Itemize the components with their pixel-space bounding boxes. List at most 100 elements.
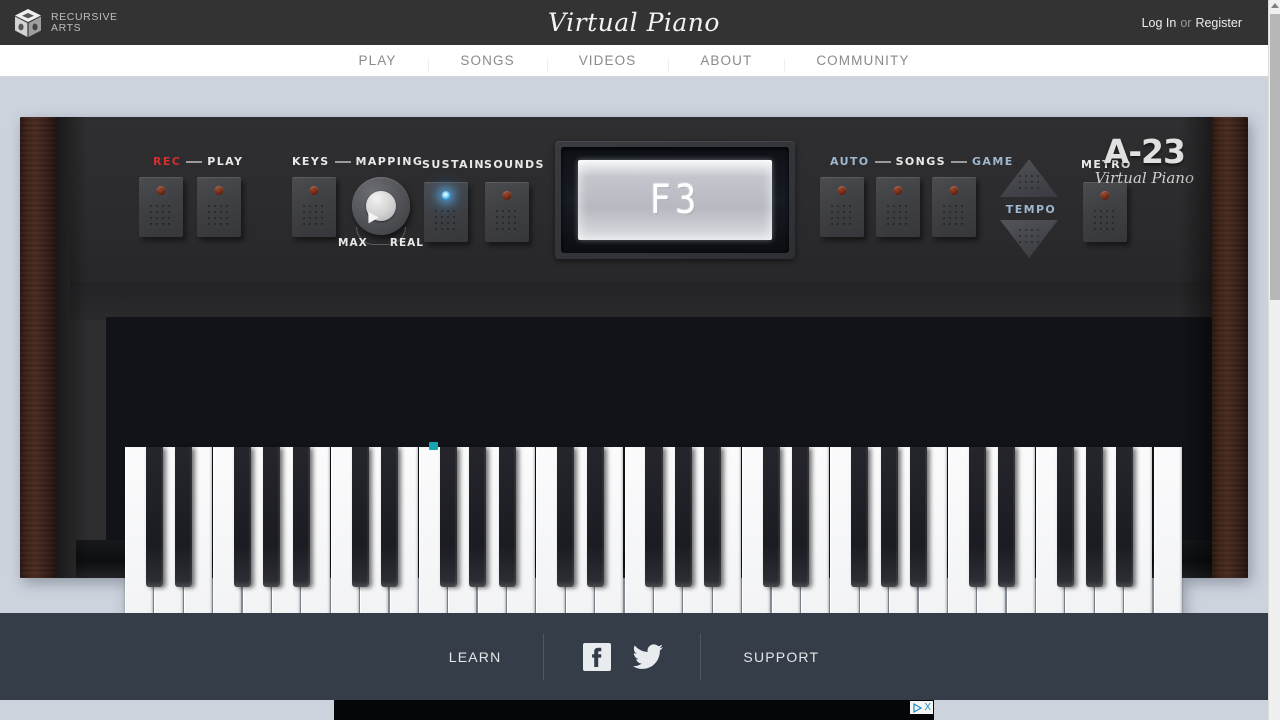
nav-item-songs[interactable]: SONGS xyxy=(428,53,546,73)
brand-text: RECURSIVE ARTS xyxy=(51,11,118,34)
sounds-label: SOUNDS xyxy=(484,158,545,171)
metro-button[interactable] xyxy=(1083,182,1127,242)
songs-led-icon xyxy=(893,186,903,195)
sustain-led-icon xyxy=(441,191,451,200)
label-dash xyxy=(186,160,203,163)
button-grip-texture xyxy=(206,203,232,227)
model-subtitle: Virtual Piano xyxy=(1094,169,1194,187)
auto-songs-game-group: AUTO SONGS GAME xyxy=(820,155,1014,237)
sustain-button[interactable] xyxy=(424,182,468,242)
black-key[interactable] xyxy=(1115,447,1133,587)
lcd-display-housing: F3 xyxy=(555,141,795,259)
black-key[interactable] xyxy=(1056,447,1074,587)
sustain-label: SUSTAIN xyxy=(422,158,486,171)
brand-line-2: ARTS xyxy=(51,21,82,34)
play-button[interactable] xyxy=(197,177,241,237)
button-grip-texture xyxy=(433,208,459,232)
black-key[interactable] xyxy=(851,447,869,587)
tempo-up-button[interactable] xyxy=(1000,159,1058,197)
button-grip-texture xyxy=(829,203,855,227)
black-key[interactable] xyxy=(704,447,722,587)
label-dash xyxy=(874,160,891,163)
black-key[interactable] xyxy=(145,447,163,587)
tempo-group: TEMPO xyxy=(1000,159,1062,258)
black-key[interactable] xyxy=(498,447,516,587)
black-key[interactable] xyxy=(998,447,1016,587)
button-grip-texture xyxy=(1092,208,1118,232)
black-key[interactable] xyxy=(380,447,398,587)
social-links xyxy=(544,642,700,672)
page-body: REC PLAY KEYS MAPPING MAX REAL SUSTAIN S… xyxy=(0,78,1268,665)
nav-item-community[interactable]: COMMUNITY xyxy=(784,53,941,73)
active-key-marker xyxy=(429,442,439,450)
site-footer: LEARN SUPPORT xyxy=(0,613,1268,700)
footer-learn-link[interactable]: LEARN xyxy=(407,649,544,665)
songs-button[interactable] xyxy=(876,177,920,237)
login-link[interactable]: Log In xyxy=(1142,16,1177,30)
keys-led-icon xyxy=(309,186,319,195)
black-key[interactable] xyxy=(175,447,193,587)
or-separator: or xyxy=(1180,15,1192,30)
black-key[interactable] xyxy=(909,447,927,587)
lcd-screen: F3 xyxy=(578,160,772,240)
black-key[interactable] xyxy=(234,447,252,587)
label-dash xyxy=(334,160,351,163)
keys-mapping-group: KEYS MAPPING MAX REAL xyxy=(292,155,423,249)
brand-logo-block[interactable]: RECURSIVE ARTS xyxy=(14,8,118,38)
black-key[interactable] xyxy=(469,447,487,587)
lcd-note-value: F3 xyxy=(649,177,701,223)
knob-scale-labels: MAX REAL xyxy=(338,237,424,249)
nav-item-play[interactable]: PLAY xyxy=(327,53,429,68)
lcd-bezel: F3 xyxy=(561,147,789,253)
sounds-button[interactable] xyxy=(485,182,529,242)
scrollbar-thumb[interactable] xyxy=(1270,14,1280,300)
panel-shadow-strip xyxy=(70,282,1220,320)
keys-button[interactable] xyxy=(292,177,336,237)
rec-button[interactable] xyxy=(139,177,183,237)
black-key[interactable] xyxy=(292,447,310,587)
twitter-icon[interactable] xyxy=(632,642,664,672)
wood-side-panel-right xyxy=(1212,117,1248,578)
rec-led-icon xyxy=(156,186,166,195)
rec-label: REC xyxy=(153,155,182,168)
scroll-up-arrow-icon[interactable] xyxy=(1270,3,1279,8)
ad-banner[interactable]: X xyxy=(334,700,934,720)
button-grip-texture xyxy=(1017,227,1041,243)
black-key[interactable] xyxy=(351,447,369,587)
game-led-icon xyxy=(949,186,959,195)
site-title: Virtual Piano xyxy=(548,8,720,37)
adchoices-triangle-icon xyxy=(913,702,923,713)
play-label: PLAY xyxy=(207,155,244,168)
black-key[interactable] xyxy=(557,447,575,587)
black-key[interactable] xyxy=(763,447,781,587)
black-key[interactable] xyxy=(586,447,604,587)
register-link[interactable]: Register xyxy=(1195,16,1242,30)
sounds-led-icon xyxy=(502,191,512,200)
nav-item-videos[interactable]: VIDEOS xyxy=(546,53,669,73)
tempo-down-button[interactable] xyxy=(1000,220,1058,258)
songs-label: SONGS xyxy=(895,155,946,168)
main-navigation: PLAY SONGS VIDEOS ABOUT COMMUNITY xyxy=(0,45,1268,77)
knob-min-label: MAX xyxy=(338,237,368,249)
control-panel: REC PLAY KEYS MAPPING MAX REAL SUSTAIN S… xyxy=(70,117,1220,282)
black-key[interactable] xyxy=(968,447,986,587)
nav-item-about[interactable]: ABOUT xyxy=(668,53,784,73)
footer-support-link[interactable]: SUPPORT xyxy=(701,649,861,665)
game-button[interactable] xyxy=(932,177,976,237)
black-key[interactable] xyxy=(263,447,281,587)
black-key[interactable] xyxy=(439,447,457,587)
page-scrollbar[interactable] xyxy=(1268,0,1280,720)
cube-logo-icon xyxy=(14,8,42,38)
facebook-icon[interactable] xyxy=(582,642,612,672)
auto-button[interactable] xyxy=(820,177,864,237)
black-key[interactable] xyxy=(674,447,692,587)
button-grip-texture xyxy=(494,208,520,232)
black-key[interactable] xyxy=(792,447,810,587)
knob-max-label: REAL xyxy=(389,237,424,249)
black-key[interactable] xyxy=(1086,447,1104,587)
ad-close-label[interactable]: X xyxy=(924,702,931,714)
black-key[interactable] xyxy=(645,447,663,587)
adchoices-control[interactable]: X xyxy=(910,701,933,714)
black-key[interactable] xyxy=(880,447,898,587)
sounds-group: SOUNDS xyxy=(484,155,543,242)
